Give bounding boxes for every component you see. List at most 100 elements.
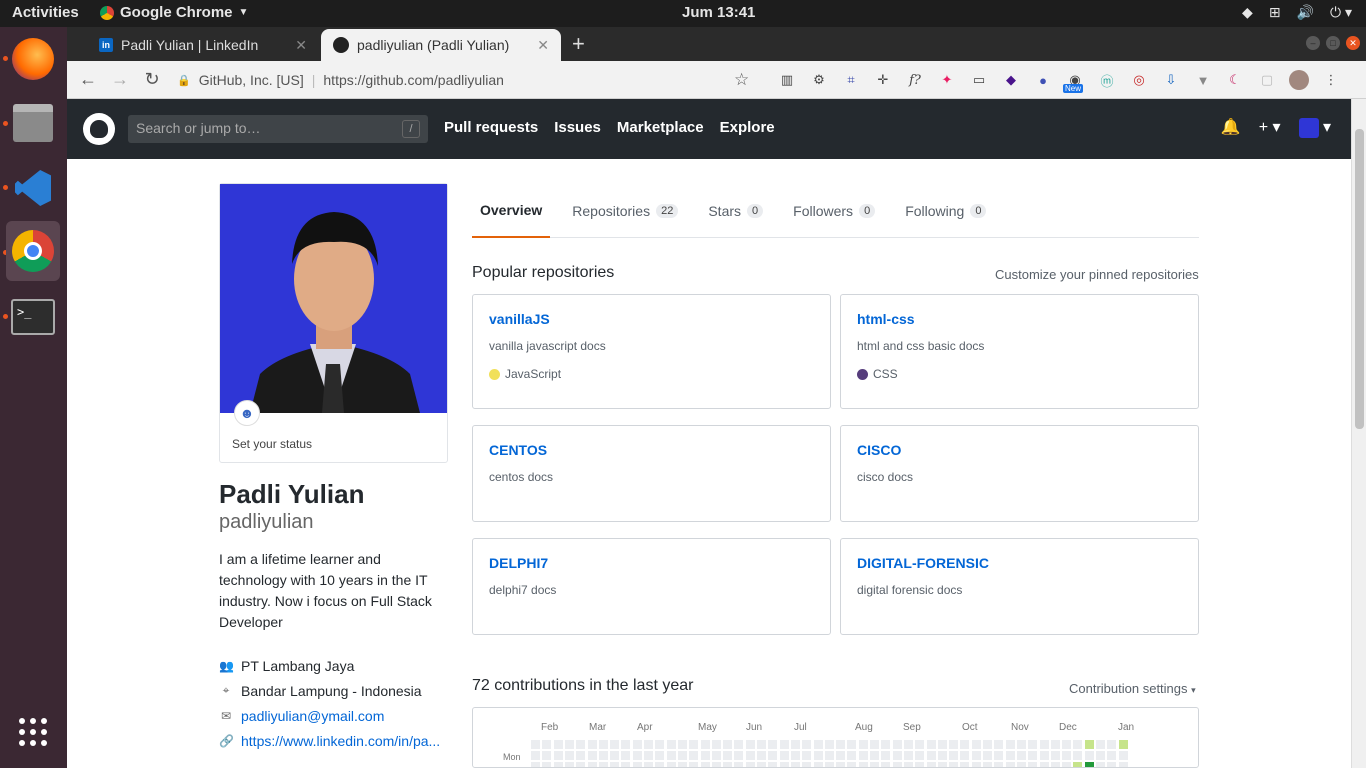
contribution-day[interactable]	[1028, 740, 1038, 749]
contribution-day[interactable]	[1028, 762, 1038, 767]
contribution-day[interactable]	[892, 740, 902, 749]
contribution-day[interactable]	[723, 751, 733, 760]
contribution-day[interactable]	[632, 762, 642, 767]
m-extension-icon[interactable]: ⓜ	[1097, 70, 1117, 90]
window-extension-icon[interactable]: ▭	[969, 70, 989, 90]
contribution-day[interactable]	[915, 740, 925, 749]
email-link[interactable]: padliyulian@ymail.com	[241, 708, 384, 724]
contribution-day[interactable]	[677, 751, 687, 760]
app-menu[interactable]: Google Chrome ▼	[100, 4, 248, 21]
contribution-day[interactable]	[1096, 751, 1105, 760]
nav-explore[interactable]: Explore	[720, 119, 775, 136]
bookmark-star-icon[interactable]: ☆	[734, 70, 749, 90]
contribution-day[interactable]	[610, 762, 620, 767]
menu-icon[interactable]: ⋮	[1321, 70, 1341, 90]
firefox-launcher[interactable]	[10, 36, 56, 82]
contribution-day[interactable]	[666, 762, 676, 767]
show-apps-button[interactable]	[10, 709, 56, 755]
contribution-day[interactable]	[1107, 740, 1117, 749]
repo-link[interactable]: DIGITAL-FORENSIC	[857, 555, 1182, 571]
create-new-button[interactable]: + ▾	[1259, 117, 1281, 137]
contribution-day[interactable]	[553, 740, 563, 749]
globe-extension-icon[interactable]: ●	[1033, 70, 1053, 90]
contribution-day[interactable]	[802, 740, 812, 749]
contribution-day[interactable]	[621, 740, 631, 749]
contribution-day[interactable]	[644, 740, 653, 749]
contribution-day[interactable]	[779, 762, 789, 767]
contribution-day[interactable]	[1016, 740, 1026, 749]
contribution-day[interactable]	[858, 751, 868, 760]
tab-overview[interactable]: Overview	[472, 183, 551, 238]
contribution-day[interactable]	[1073, 751, 1083, 760]
contribution-day[interactable]	[983, 762, 992, 767]
contribution-day[interactable]	[542, 740, 552, 749]
contribution-day[interactable]	[632, 740, 642, 749]
profile-avatar[interactable]	[1289, 70, 1309, 90]
contribution-day[interactable]	[745, 751, 755, 760]
contribution-day[interactable]	[564, 762, 574, 767]
contribution-day[interactable]	[858, 762, 868, 767]
contribution-day[interactable]	[587, 740, 597, 749]
contribution-day[interactable]	[994, 740, 1004, 749]
contribution-day[interactable]	[994, 762, 1004, 767]
contribution-day[interactable]	[915, 751, 925, 760]
contribution-day[interactable]	[949, 762, 959, 767]
contribution-day[interactable]	[870, 740, 879, 749]
back-button[interactable]: ←	[77, 69, 99, 90]
search-input[interactable]: Search or jump to… /	[128, 115, 428, 143]
contribution-day[interactable]	[734, 762, 744, 767]
contribution-day[interactable]	[824, 740, 834, 749]
contribution-day[interactable]	[983, 740, 992, 749]
contribution-day[interactable]	[790, 762, 800, 767]
tab-stars[interactable]: Stars 0	[700, 183, 771, 238]
tab-followers[interactable]: Followers 0	[785, 183, 883, 238]
contribution-day[interactable]	[711, 762, 721, 767]
contribution-day[interactable]	[1073, 762, 1083, 767]
contribution-day[interactable]	[824, 762, 834, 767]
files-launcher[interactable]	[10, 100, 56, 146]
terminal-launcher[interactable]: >_	[10, 294, 56, 340]
contribution-day[interactable]	[531, 762, 540, 767]
contribution-day[interactable]	[1062, 740, 1072, 749]
contribution-day[interactable]	[892, 751, 902, 760]
contribution-day[interactable]	[745, 762, 755, 767]
contribution-day[interactable]	[1096, 740, 1105, 749]
contribution-day[interactable]	[564, 751, 574, 760]
contribution-day[interactable]	[542, 762, 552, 767]
move-extension-icon[interactable]: ✛	[873, 70, 893, 90]
contribution-day[interactable]	[1118, 740, 1128, 749]
contribution-day[interactable]	[734, 751, 744, 760]
customize-pins-link[interactable]: Customize your pinned repositories	[995, 267, 1199, 282]
contribution-day[interactable]	[960, 751, 970, 760]
contribution-day[interactable]	[576, 751, 586, 760]
contribution-day[interactable]	[677, 762, 687, 767]
omnibox[interactable]: 🔒 GitHub, Inc. [US] | https://github.com…	[177, 66, 757, 94]
contribution-day[interactable]	[937, 751, 947, 760]
contribution-day[interactable]	[632, 751, 642, 760]
network-icon[interactable]: ⊞	[1269, 4, 1281, 21]
contribution-day[interactable]	[1096, 762, 1105, 767]
contribution-day[interactable]	[768, 751, 778, 760]
contribution-day[interactable]	[621, 762, 631, 767]
contribution-day[interactable]	[655, 740, 665, 749]
contribution-day[interactable]	[949, 740, 959, 749]
nav-marketplace[interactable]: Marketplace	[617, 119, 704, 136]
contribution-day[interactable]	[711, 740, 721, 749]
contribution-day[interactable]	[802, 762, 812, 767]
clock[interactable]: Jum 13:41	[682, 4, 755, 21]
power-icon[interactable]: ⏻ ▾	[1330, 4, 1352, 21]
contribution-day[interactable]	[926, 740, 936, 749]
contribution-day[interactable]	[960, 762, 970, 767]
nav-pull-requests[interactable]: Pull requests	[444, 119, 538, 136]
contribution-day[interactable]	[937, 762, 947, 767]
close-icon[interactable]: ✕	[537, 37, 549, 54]
contribution-day[interactable]	[700, 751, 710, 760]
contribution-day[interactable]	[836, 751, 846, 760]
contribution-day[interactable]	[689, 740, 699, 749]
contribution-day[interactable]	[621, 751, 631, 760]
blank-extension-icon[interactable]: ▢	[1257, 70, 1277, 90]
contribution-day[interactable]	[1062, 751, 1072, 760]
maximize-button[interactable]: □	[1326, 36, 1340, 50]
tab-following[interactable]: Following 0	[897, 183, 994, 238]
camera-extension-icon[interactable]: ◎	[1129, 70, 1149, 90]
